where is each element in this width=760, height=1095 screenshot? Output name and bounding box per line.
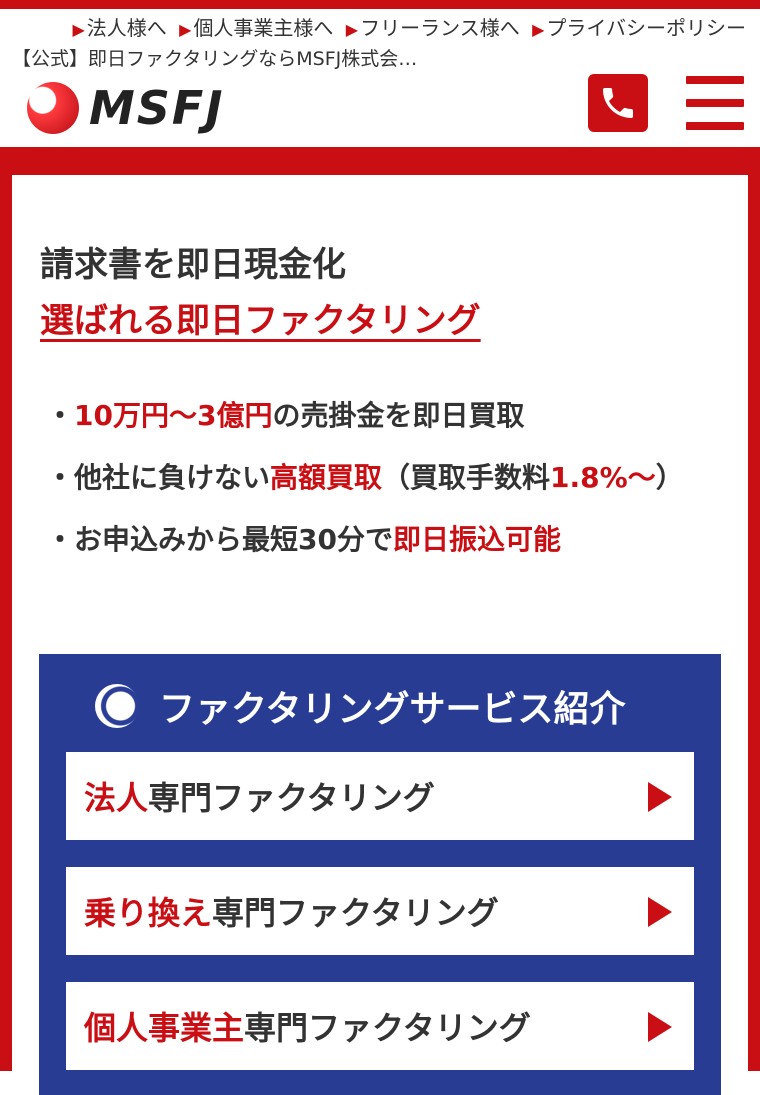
service-item-label: 乗り換え専門ファクタリング	[84, 894, 499, 932]
service-item-switch[interactable]: 乗り換え専門ファクタリング	[66, 867, 694, 955]
triangle-icon: ▶	[345, 20, 359, 39]
link-freelance[interactable]: ▶ フリーランス様へ	[346, 16, 520, 40]
menu-bar-icon	[686, 99, 744, 107]
triangle-icon: ▶	[532, 20, 545, 39]
hero-headline: 請求書を即日現金化	[40, 245, 346, 285]
arrow-right-icon	[648, 782, 672, 812]
menu-bar-icon	[686, 122, 744, 130]
service-title: ファクタリングサービス紹介	[159, 689, 626, 730]
phone-icon	[603, 88, 633, 118]
header-links: ▶ 法人様へ ▶ 個人事業主様へ ▶ フリーランス様へ ▶ プライバシーポリシー	[66, 14, 746, 44]
link-sole-proprietor[interactable]: ▶ 個人事業主様へ	[179, 16, 333, 40]
service-item-sole-proprietor[interactable]: 個人事業主専門ファクタリング	[66, 982, 694, 1070]
logo-mark-icon	[27, 82, 79, 134]
service-item-corporate[interactable]: 法人専門ファクタリング	[66, 752, 694, 840]
triangle-icon: ▶	[179, 20, 192, 39]
arrow-right-icon	[648, 897, 672, 927]
site-logo[interactable]: MSFJ	[27, 80, 224, 136]
service-item-label: 法人専門ファクタリング	[84, 779, 435, 817]
service-header: ファクタリングサービス紹介	[95, 676, 626, 736]
link-corporate[interactable]: ▶ 法人様へ	[72, 16, 166, 40]
link-privacy-policy[interactable]: ▶ プライバシーポリシー	[532, 16, 746, 40]
site-title: 【公式】即日ファクタリングならMSFJ株式会…	[12, 48, 418, 70]
hero-card: 請求書を即日現金化 選ばれる即日ファクタリング ・10万円〜3億円の売掛金を即日…	[12, 175, 748, 1095]
hamburger-menu-button[interactable]	[686, 76, 744, 130]
service-section: ファクタリングサービス紹介 法人専門ファクタリング 乗り換え専門ファクタリング …	[39, 654, 721, 1095]
service-logo-icon	[95, 684, 139, 728]
menu-bar-icon	[686, 76, 744, 84]
top-accent-bar	[0, 0, 760, 9]
service-item-label: 個人事業主専門ファクタリング	[84, 1009, 531, 1047]
triangle-icon: ▶	[72, 20, 85, 39]
feature-item: ・他社に負けない高額買取（買取手数料1.8%〜）	[46, 461, 684, 494]
arrow-right-icon	[648, 1012, 672, 1042]
hero-frame: 請求書を即日現金化 選ばれる即日ファクタリング ・10万円〜3億円の売掛金を即日…	[0, 147, 760, 1095]
phone-button[interactable]	[588, 74, 648, 132]
feature-list: ・10万円〜3億円の売掛金を即日買取 ・他社に負けない高額買取（買取手数料1.8…	[46, 385, 696, 571]
feature-item: ・10万円〜3億円の売掛金を即日買取	[46, 399, 525, 432]
logo-text: MSFJ	[89, 81, 225, 135]
hero-subheadline: 選ばれる即日ファクタリング	[40, 301, 481, 341]
feature-item: ・お申込みから最短30分で即日振込可能	[46, 523, 561, 556]
